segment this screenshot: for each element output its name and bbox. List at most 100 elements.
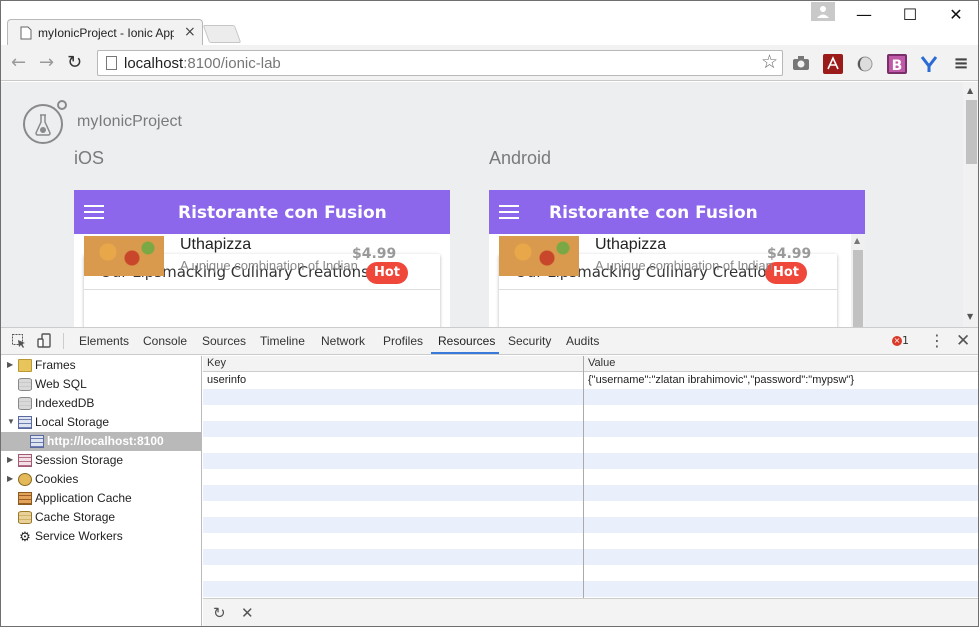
new-tab-button[interactable] — [202, 25, 242, 43]
folder-icon — [18, 359, 32, 372]
error-counter[interactable]: × 1 — [892, 334, 909, 347]
page-viewport: myIonicProject iOS Android Ristorante co… — [1, 82, 978, 327]
pdf-extension-icon[interactable] — [823, 54, 843, 74]
android-scrollbar[interactable]: ▲ — [851, 234, 865, 327]
dish-description: A unique combination of Indian — [180, 258, 358, 273]
column-header-value[interactable]: Value — [588, 357, 615, 369]
sidebar-item-web-sql[interactable]: Web SQL — [1, 375, 202, 394]
profile-avatar[interactable] — [811, 2, 835, 21]
scroll-up-arrow-icon[interactable]: ▲ — [854, 236, 860, 245]
ios-preview: Ristorante con Fusion Our Lipsmacking Cu… — [74, 190, 450, 327]
tab-sources[interactable]: Sources — [202, 334, 246, 348]
title-bar: myIonicProject - Ionic App × — ☐ ✕ — [1, 1, 978, 45]
tab-security[interactable]: Security — [508, 334, 551, 348]
address-bar[interactable]: localhost:8100/ionic-lab ☆ — [97, 50, 783, 76]
browser-tab[interactable]: myIonicProject - Ionic App × — [7, 19, 203, 45]
inspect-element-icon[interactable] — [11, 333, 27, 349]
scroll-down-arrow-icon[interactable]: ▼ — [967, 312, 973, 321]
forward-button[interactable]: → — [39, 52, 54, 73]
column-header-key[interactable]: Key — [207, 357, 226, 369]
devtools-tab-bar: Elements Console Sources Timeline Networ… — [1, 328, 978, 355]
scrollbar-thumb[interactable] — [853, 250, 863, 327]
app-cache-icon — [18, 492, 32, 505]
expand-arrow-icon[interactable]: ▶ — [7, 455, 13, 464]
sidebar-item-cache-storage[interactable]: Cache Storage — [1, 508, 202, 527]
table-row[interactable]: userinfo {"username":"zlatan ibrahimovic… — [203, 373, 978, 389]
dish-name[interactable]: Uthapizza — [595, 236, 666, 254]
empty-row — [203, 533, 978, 549]
flask-icon — [35, 114, 51, 136]
tab-console[interactable]: Console — [143, 334, 187, 348]
page-info-icon[interactable] — [106, 56, 117, 70]
devtools-close-icon[interactable]: ✕ — [956, 331, 970, 351]
night-mode-extension-icon[interactable] — [855, 54, 875, 74]
ionic-lab-logo — [23, 100, 67, 144]
scrollbar-thumb[interactable] — [966, 100, 977, 164]
expand-arrow-icon[interactable]: ▶ — [7, 474, 13, 483]
tab-network[interactable]: Network — [321, 334, 365, 348]
tab-audits[interactable]: Audits — [566, 334, 599, 348]
page-scrollbar[interactable]: ▲ ▼ — [963, 82, 978, 327]
camera-extension-icon[interactable] — [791, 54, 811, 74]
sidebar-item-frames[interactable]: ▶ Frames — [1, 356, 202, 375]
dish-thumbnail[interactable] — [84, 236, 164, 276]
sidebar-item-localhost-8100[interactable]: http://localhost:8100 — [1, 432, 202, 451]
sidebar-item-session-storage[interactable]: ▶ Session Storage — [1, 451, 202, 470]
minimize-button[interactable]: — — [854, 5, 874, 24]
expand-arrow-icon[interactable]: ▶ — [7, 360, 13, 369]
sidebar-item-label: Session Storage — [35, 453, 124, 467]
sidebar-item-service-workers[interactable]: ⚙ Service Workers — [1, 527, 202, 546]
window-close-button[interactable]: ✕ — [946, 5, 966, 24]
menu-icon[interactable] — [499, 205, 519, 219]
database-icon — [18, 397, 32, 410]
sidebar-item-local-storage[interactable]: ▼ Local Storage — [1, 413, 202, 432]
menu-icon[interactable] — [84, 205, 104, 219]
scroll-up-arrow-icon[interactable]: ▲ — [967, 86, 973, 95]
page-favicon-icon — [20, 26, 32, 40]
dish-thumbnail[interactable] — [499, 236, 579, 276]
logo-bubble — [57, 100, 67, 110]
dish-price: $4.99 — [352, 246, 397, 262]
tab-elements[interactable]: Elements — [79, 334, 129, 348]
active-tab-indicator — [431, 352, 499, 354]
bookmark-star-icon[interactable]: ☆ — [761, 51, 778, 73]
sidebar-item-label: Web SQL — [35, 377, 87, 391]
column-divider[interactable] — [583, 356, 584, 598]
ios-header-bar: Ristorante con Fusion — [74, 190, 450, 234]
header-title: Ristorante con Fusion — [549, 203, 758, 223]
platform-label-ios: iOS — [74, 148, 105, 168]
device-mode-icon[interactable] — [37, 333, 53, 349]
sidebar-item-cookies[interactable]: ▶ Cookies — [1, 470, 202, 489]
tab-resources[interactable]: Resources — [438, 334, 495, 348]
b-extension-icon[interactable]: B — [887, 54, 907, 74]
more-options-icon[interactable]: ⋮ — [929, 331, 945, 350]
app-name: myIonicProject — [77, 113, 182, 130]
tab-profiles[interactable]: Profiles — [383, 334, 423, 348]
delete-icon[interactable]: ✕ — [241, 604, 254, 622]
sidebar-item-label: Cookies — [35, 472, 79, 486]
error-icon: × — [892, 336, 902, 346]
reload-button[interactable]: ↻ — [67, 52, 82, 73]
cell-key[interactable]: userinfo — [207, 374, 246, 386]
cell-value[interactable]: {"username":"zlatan ibrahimovic","passwo… — [588, 374, 854, 386]
back-button[interactable]: ← — [11, 52, 26, 73]
sidebar-item-application-cache[interactable]: Application Cache — [1, 489, 202, 508]
sidebar-item-label: Service Workers — [35, 529, 123, 543]
empty-row — [203, 405, 978, 421]
gear-icon: ⚙ — [19, 529, 31, 544]
tab-timeline[interactable]: Timeline — [260, 334, 305, 348]
y-extension-icon[interactable] — [919, 54, 939, 74]
maximize-button[interactable]: ☐ — [900, 5, 920, 24]
browser-menu-icon[interactable]: ≡ — [951, 54, 971, 74]
url-host: localhost — [124, 55, 184, 72]
dish-name[interactable]: Uthapizza — [180, 236, 251, 254]
empty-row — [203, 485, 978, 501]
collapse-arrow-icon[interactable]: ▼ — [7, 417, 15, 426]
sidebar-item-label: Local Storage — [35, 415, 110, 429]
database-icon — [18, 378, 32, 391]
empty-row — [203, 469, 978, 485]
refresh-icon[interactable]: ↻ — [213, 604, 226, 622]
session-storage-icon — [18, 454, 32, 467]
sidebar-item-indexeddb[interactable]: IndexedDB — [1, 394, 202, 413]
tab-close-icon[interactable]: × — [184, 24, 196, 40]
